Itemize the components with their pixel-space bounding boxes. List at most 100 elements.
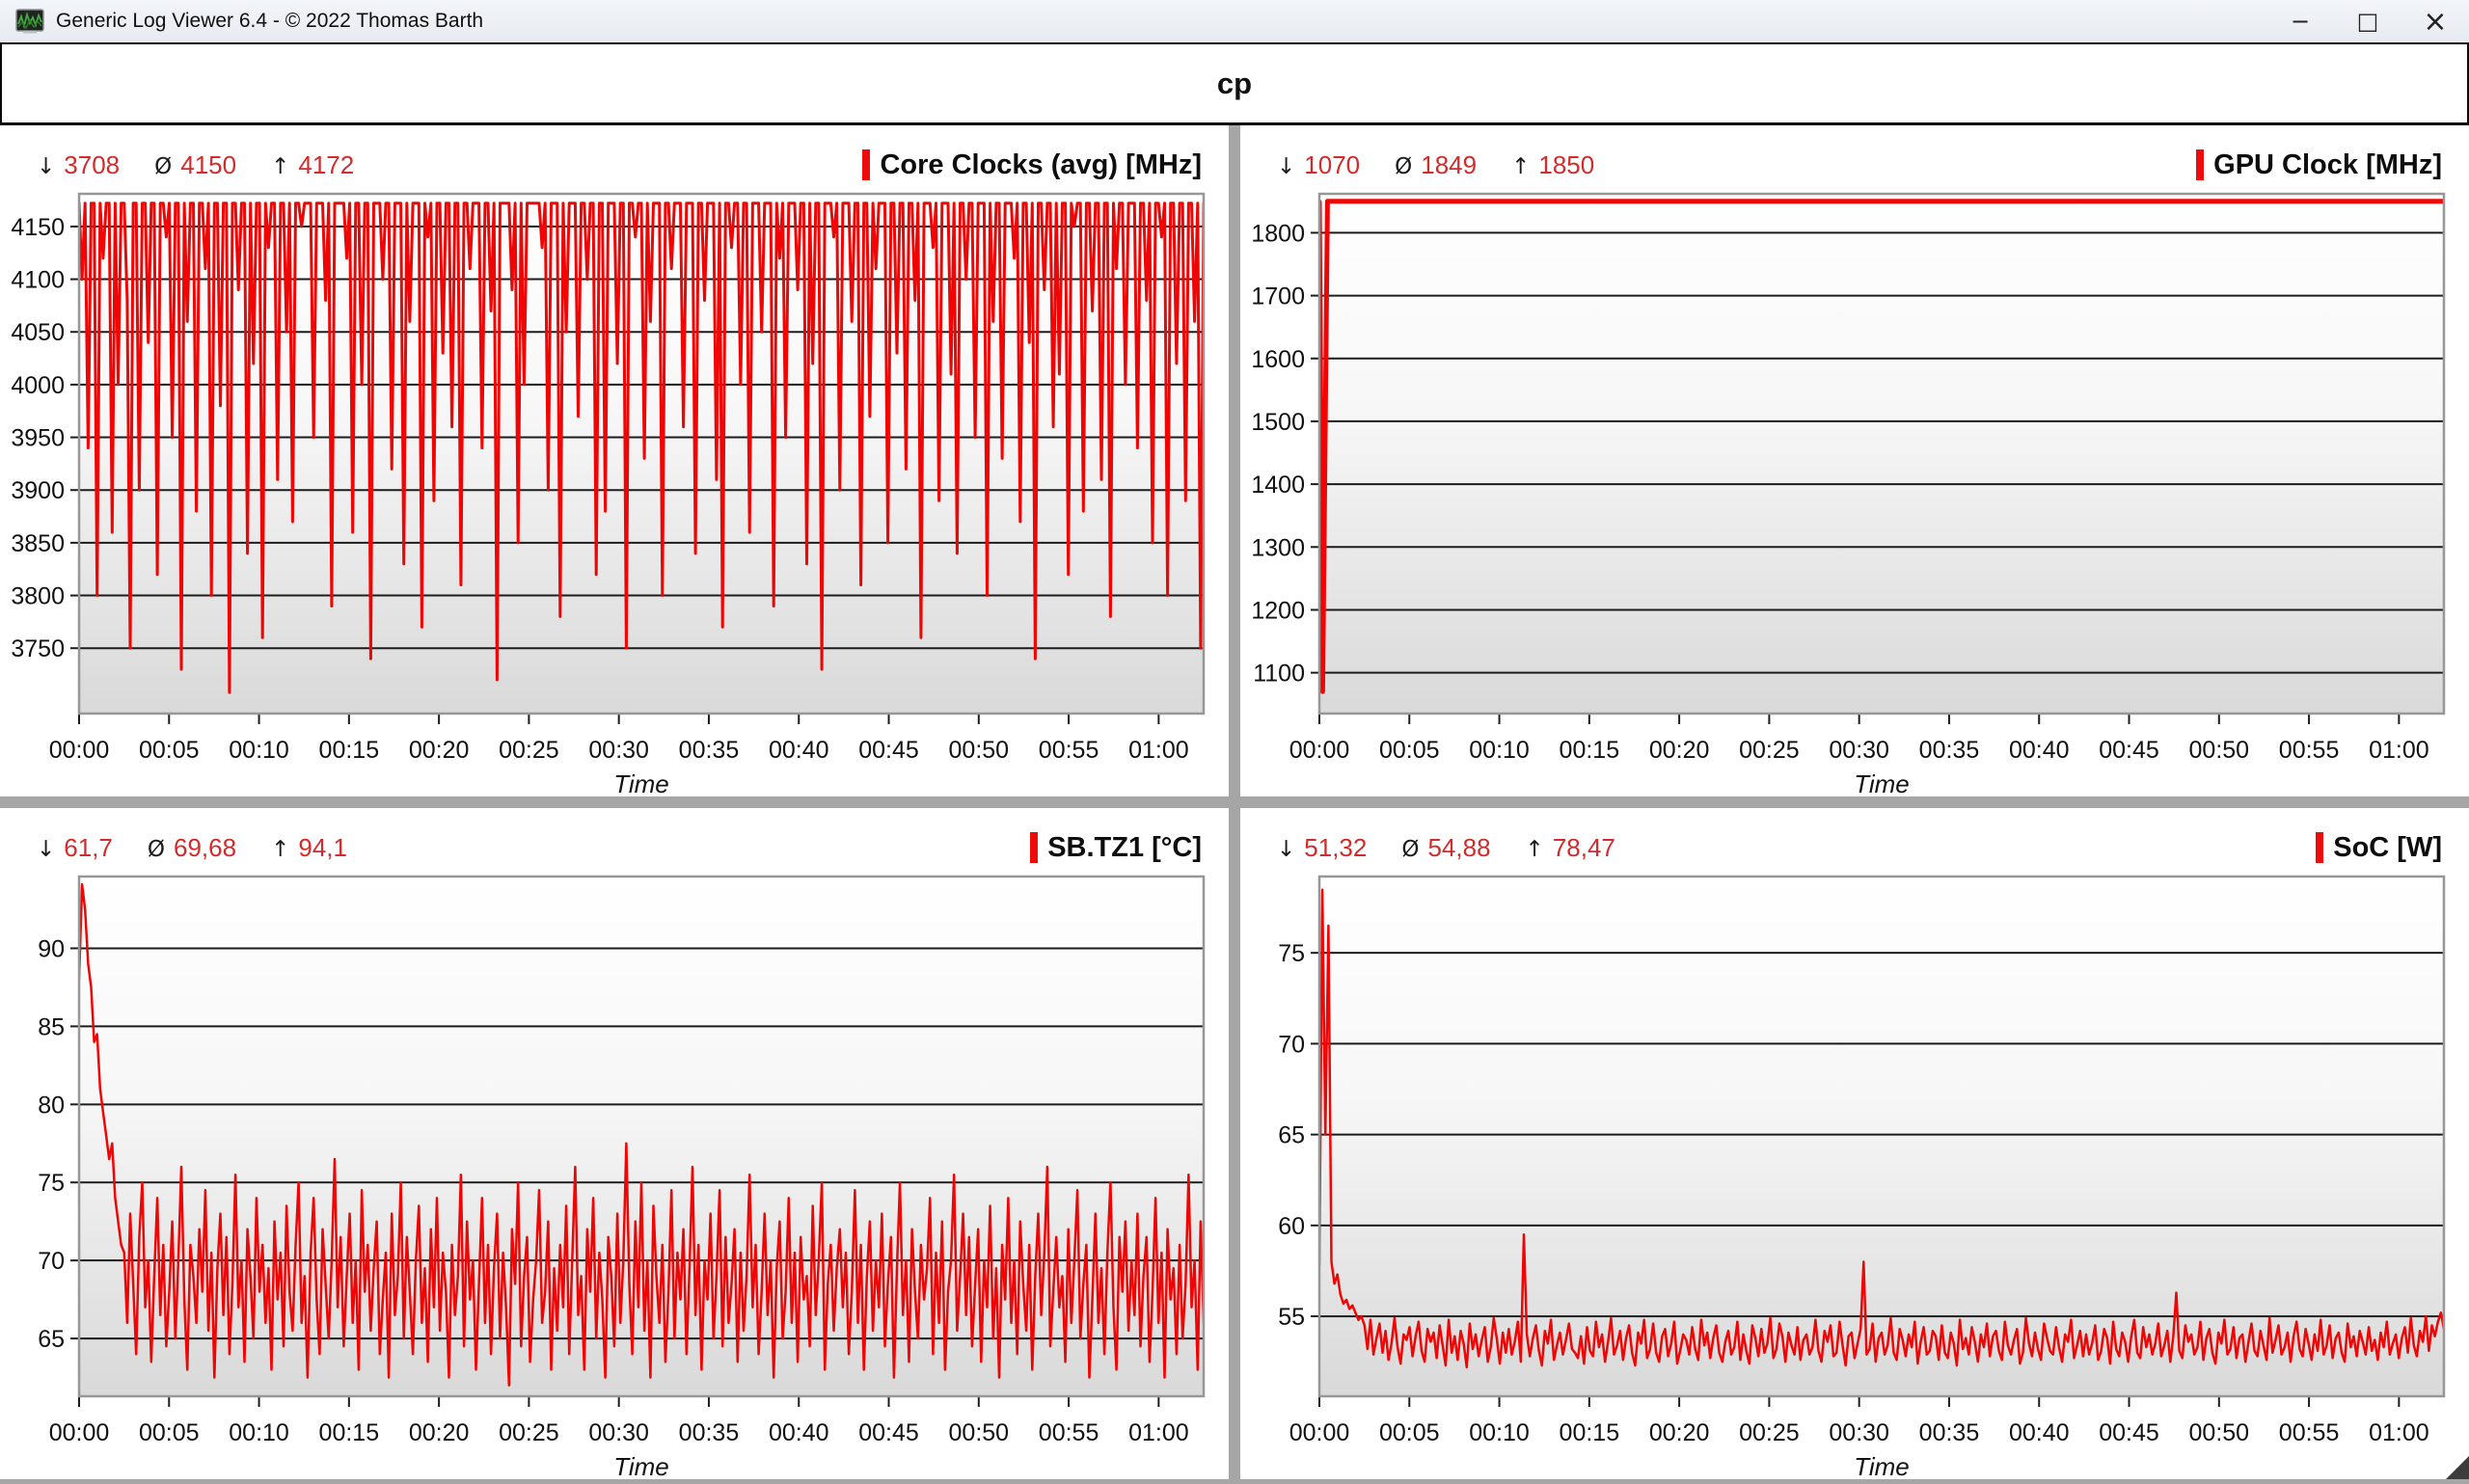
svg-text:00:45: 00:45	[2099, 1419, 2159, 1446]
min-arrow-icon: ↓	[1277, 837, 1295, 862]
stat-max-value: 1850	[1538, 150, 1594, 180]
svg-text:00:00: 00:00	[1289, 737, 1350, 764]
svg-text:00:15: 00:15	[319, 737, 380, 764]
legend-label: GPU Clock [MHz]	[2213, 149, 2442, 181]
svg-text:70: 70	[1278, 1031, 1305, 1058]
svg-text:01:00: 01:00	[2369, 737, 2429, 764]
svg-text:00:50: 00:50	[2189, 1419, 2250, 1446]
svg-text:00:00: 00:00	[49, 1419, 110, 1446]
legend-soc-power: SoC [W]	[2316, 832, 2442, 864]
svg-text:00:15: 00:15	[1560, 1419, 1620, 1446]
svg-text:1200: 1200	[1251, 597, 1305, 624]
svg-text:3750: 3750	[11, 635, 65, 662]
legend-label: SoC [W]	[2333, 832, 2442, 864]
svg-text:3900: 3900	[11, 477, 65, 504]
stat-min-value: 3708	[64, 150, 120, 180]
svg-text:Time: Time	[1854, 1452, 1910, 1479]
svg-text:00:10: 00:10	[1469, 737, 1530, 764]
svg-text:3850: 3850	[11, 530, 65, 557]
legend-label: Core Clocks (avg) [MHz]	[880, 149, 1202, 181]
stat-max-value: 4172	[298, 150, 354, 180]
svg-text:00:25: 00:25	[499, 737, 559, 764]
svg-text:00:25: 00:25	[1739, 1419, 1800, 1446]
stats-sb-tz1: ↓61,7 Ø69,68 ↑94,1	[37, 833, 347, 863]
title-bar: Generic Log Viewer 6.4 - © 2022 Thomas B…	[0, 0, 2469, 44]
legend-gpu-clock: GPU Clock [MHz]	[2196, 149, 2442, 181]
svg-text:00:30: 00:30	[1829, 737, 1889, 764]
svg-text:00:05: 00:05	[139, 1419, 200, 1446]
svg-text:00:55: 00:55	[1039, 1419, 1099, 1446]
svg-text:00:55: 00:55	[2279, 1419, 2340, 1446]
legend-color-swatch	[2196, 149, 2204, 180]
svg-text:00:05: 00:05	[1379, 737, 1440, 764]
chart-panel-core-clocks: ↓3708 Ø4150 ↑4172 Core Clocks (avg) [MHz…	[0, 125, 1229, 796]
svg-text:00:35: 00:35	[1919, 1419, 1980, 1446]
svg-text:00:50: 00:50	[949, 737, 1010, 764]
svg-text:00:05: 00:05	[139, 737, 200, 764]
svg-text:1500: 1500	[1251, 409, 1305, 436]
svg-text:70: 70	[38, 1248, 65, 1275]
svg-text:80: 80	[38, 1092, 65, 1119]
svg-text:1800: 1800	[1251, 220, 1305, 247]
svg-text:00:40: 00:40	[2009, 737, 2070, 764]
svg-text:00:45: 00:45	[858, 1419, 919, 1446]
avg-icon: Ø	[148, 837, 165, 862]
svg-text:1400: 1400	[1251, 472, 1305, 499]
stats-core-clocks: ↓3708 Ø4150 ↑4172	[37, 150, 354, 180]
stat-avg-value: 69,68	[174, 833, 236, 863]
stat-avg-value: 54,88	[1427, 833, 1490, 863]
svg-text:1700: 1700	[1251, 283, 1305, 310]
svg-text:00:25: 00:25	[499, 1419, 559, 1446]
stat-min-value: 61,7	[64, 833, 113, 863]
stats-soc-power: ↓51,32 Ø54,88 ↑78,47	[1277, 833, 1615, 863]
min-arrow-icon: ↓	[1277, 154, 1295, 179]
svg-text:00:35: 00:35	[679, 737, 740, 764]
max-arrow-icon: ↑	[1511, 154, 1530, 179]
window-controls: − □ ×	[2266, 0, 2469, 42]
svg-text:3950: 3950	[11, 425, 65, 452]
svg-text:00:15: 00:15	[1560, 737, 1620, 764]
legend-color-swatch	[2316, 832, 2323, 863]
svg-text:00:25: 00:25	[1739, 737, 1800, 764]
maximize-button[interactable]: □	[2334, 0, 2401, 42]
svg-text:00:30: 00:30	[1829, 1419, 1889, 1446]
svg-text:4100: 4100	[11, 267, 65, 294]
page-title-strip: cp	[0, 44, 2469, 125]
svg-text:00:40: 00:40	[2009, 1419, 2070, 1446]
min-arrow-icon: ↓	[37, 837, 55, 862]
svg-text:00:20: 00:20	[1649, 1419, 1710, 1446]
legend-core-clocks: Core Clocks (avg) [MHz]	[862, 149, 1202, 181]
svg-text:00:10: 00:10	[229, 1419, 289, 1446]
svg-text:1100: 1100	[1253, 661, 1305, 688]
close-button[interactable]: ×	[2401, 0, 2469, 42]
svg-text:75: 75	[1278, 940, 1305, 967]
svg-text:00:40: 00:40	[769, 1419, 829, 1446]
svg-text:Time: Time	[613, 769, 669, 796]
svg-text:85: 85	[38, 1013, 65, 1040]
svg-text:00:10: 00:10	[229, 737, 289, 764]
minimize-button[interactable]: −	[2266, 0, 2334, 42]
stat-min-value: 51,32	[1304, 833, 1367, 863]
svg-text:90: 90	[38, 935, 65, 962]
app-logo-icon	[15, 9, 44, 34]
chart-panel-soc-power: ↓51,32 Ø54,88 ↑78,47 SoC [W] 75706560550…	[1240, 808, 2469, 1479]
max-arrow-icon: ↑	[271, 154, 289, 179]
stats-gpu-clock: ↓1070 Ø1849 ↑1850	[1277, 150, 1594, 180]
stat-avg-value: 4150	[180, 150, 236, 180]
svg-text:4000: 4000	[11, 372, 65, 399]
legend-label: SB.TZ1 [°C]	[1047, 832, 1202, 864]
svg-text:1300: 1300	[1251, 534, 1305, 561]
avg-icon: Ø	[1395, 154, 1412, 179]
svg-text:3800: 3800	[11, 583, 65, 610]
avg-icon: Ø	[1401, 837, 1419, 862]
svg-text:01:00: 01:00	[1128, 1419, 1189, 1446]
svg-text:00:15: 00:15	[319, 1419, 380, 1446]
svg-text:00:55: 00:55	[1039, 737, 1099, 764]
stat-avg-value: 1849	[1421, 150, 1477, 180]
legend-color-swatch	[1030, 832, 1038, 863]
page-title: cp	[1217, 67, 1252, 101]
svg-text:65: 65	[38, 1326, 65, 1353]
legend-color-swatch	[862, 149, 870, 180]
resize-grip[interactable]	[2446, 1456, 2469, 1479]
svg-text:00:20: 00:20	[1649, 737, 1710, 764]
